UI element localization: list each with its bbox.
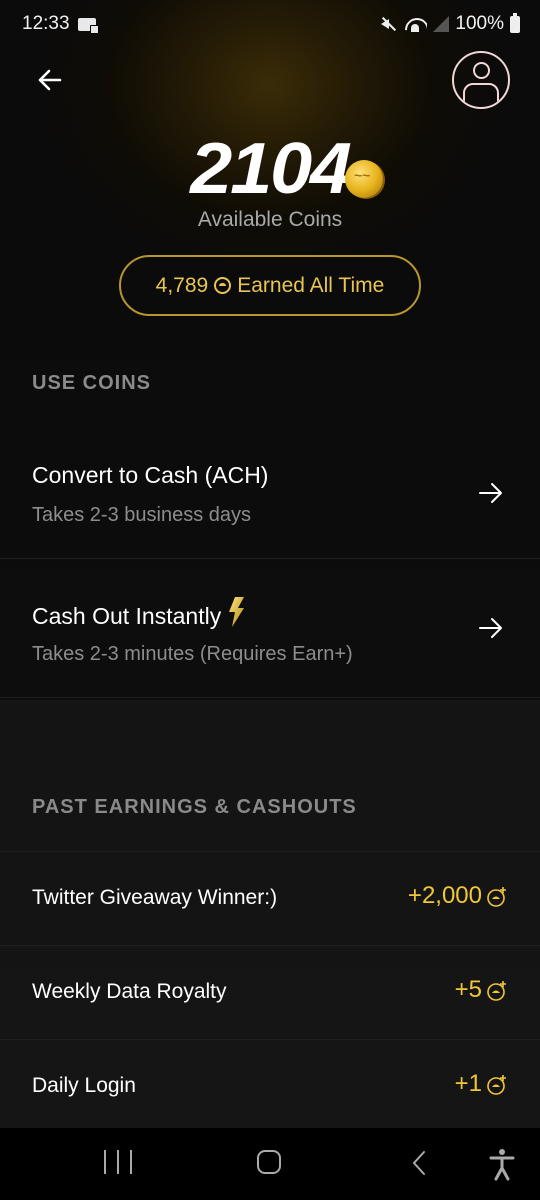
coin-icon xyxy=(214,277,232,294)
status-bar: 12:33 100% xyxy=(0,0,540,50)
option-title: Cash Out Instantly xyxy=(32,597,245,630)
history-item-label: Daily Login xyxy=(32,1074,136,1097)
home-button[interactable] xyxy=(257,1150,281,1174)
history-item[interactable]: Twitter Giveaway Winner:) +2,000 xyxy=(0,851,540,945)
coins-screen: 12:33 100% 2104 Available Coins 4,789 Ea… xyxy=(0,0,540,1200)
cash-out-instantly-option[interactable]: Cash Out Instantly Takes 2-3 minutes (Re… xyxy=(0,559,540,698)
use-coins-title: USE COINS xyxy=(32,372,152,394)
option-title-text: Cash Out Instantly xyxy=(32,603,222,629)
history-item-amount: +2,000 xyxy=(407,882,482,909)
status-time: 12:33 xyxy=(22,13,70,34)
system-nav-bar xyxy=(0,1128,540,1200)
convert-to-cash-option[interactable]: Convert to Cash (ACH) Takes 2-3 business… xyxy=(0,420,540,559)
coin-plus-icon xyxy=(487,1075,506,1095)
available-coins: 2104 xyxy=(0,128,540,210)
history-item-label: Twitter Giveaway Winner:) xyxy=(32,886,278,909)
option-subtitle: Takes 2-3 business days xyxy=(32,504,252,526)
mute-icon xyxy=(379,16,399,32)
option-title: Convert to Cash (ACH) xyxy=(32,462,269,488)
arrow-right-icon xyxy=(479,483,502,503)
arrow-left-icon xyxy=(38,69,62,91)
recent-apps-icon-bar xyxy=(130,1150,132,1174)
history-item[interactable]: Daily Login +1 xyxy=(0,1039,540,1133)
user-head-icon xyxy=(473,62,490,79)
lightning-bolt-icon xyxy=(229,597,245,627)
recent-apps-button[interactable] xyxy=(104,1150,132,1174)
recent-apps-icon-bar xyxy=(117,1150,119,1174)
earned-all-time-label: Earned All Time xyxy=(237,273,385,297)
history-item-amount: +5 xyxy=(454,976,482,1003)
user-body-icon xyxy=(463,83,499,107)
earned-all-time-pill[interactable]: 4,789 Earned All Time xyxy=(119,255,421,316)
status-icons: 100% xyxy=(379,12,520,35)
gold-coin-icon xyxy=(345,160,383,198)
wifi-icon xyxy=(405,16,427,32)
option-subtitle: Takes 2-3 minutes (Requires Earn+) xyxy=(32,643,353,665)
signal-icon xyxy=(433,16,450,32)
available-coins-label: Available Coins xyxy=(197,208,343,231)
coin-plus-icon xyxy=(487,887,506,907)
profile-button[interactable] xyxy=(452,51,510,109)
available-coins-value: 2104 xyxy=(190,129,352,209)
back-button[interactable] xyxy=(34,64,66,96)
history-title: PAST EARNINGS & CASHOUTS xyxy=(32,796,357,818)
history-item[interactable]: Weekly Data Royalty +5 xyxy=(0,945,540,1039)
history-item-label: Weekly Data Royalty xyxy=(32,980,227,1003)
recent-apps-icon xyxy=(104,1150,106,1174)
history-item-amount: +1 xyxy=(454,1070,482,1097)
earned-all-time-value: 4,789 xyxy=(155,273,209,297)
arrow-right-icon xyxy=(479,618,502,638)
coin-plus-icon xyxy=(487,981,506,1001)
battery-percent: 100% xyxy=(455,13,504,34)
system-back-button[interactable] xyxy=(404,1148,434,1178)
accessibility-button[interactable] xyxy=(484,1146,520,1182)
battery-icon xyxy=(510,12,520,33)
voicemail-icon xyxy=(78,18,99,34)
